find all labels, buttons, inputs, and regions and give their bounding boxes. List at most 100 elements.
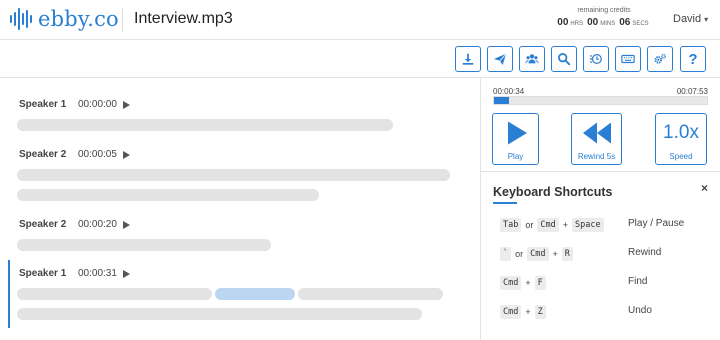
play-segment-icon[interactable] bbox=[122, 100, 130, 109]
segment-timestamp[interactable]: 00:00:31 bbox=[78, 268, 117, 279]
segment-header: Speaker 2 00:00:20 bbox=[19, 219, 130, 230]
transcript-text-placeholder[interactable] bbox=[17, 169, 450, 181]
segment-timestamp[interactable]: 00:00:20 bbox=[78, 219, 117, 230]
logo-text: ebby.co bbox=[38, 7, 119, 31]
key-badge: Space bbox=[572, 218, 604, 232]
credits-hours: 00 bbox=[557, 17, 569, 28]
speaker-label[interactable]: Speaker 1 bbox=[19, 268, 78, 279]
keyboard-icon bbox=[621, 54, 635, 64]
play-segment-icon[interactable] bbox=[122, 150, 130, 159]
current-word-highlight[interactable] bbox=[215, 288, 295, 300]
chevron-down-icon: ▾ bbox=[704, 14, 709, 24]
playback-progress-bar[interactable] bbox=[493, 96, 708, 105]
key-badge: R bbox=[561, 247, 573, 261]
speakers-button[interactable] bbox=[519, 46, 545, 72]
logo[interactable]: ebby.co bbox=[10, 6, 119, 32]
speaker-label[interactable]: Speaker 1 bbox=[19, 99, 78, 110]
keyboard-shortcuts-panel: Keyboard Shortcuts × Tab or Cmd + Space … bbox=[481, 172, 720, 340]
credits-minutes: 00 bbox=[587, 17, 599, 28]
key-badge: F bbox=[534, 276, 546, 290]
shortcut-or: or bbox=[525, 220, 534, 230]
transcript-text-placeholder[interactable] bbox=[17, 288, 212, 300]
segment-timestamp[interactable]: 00:00:00 bbox=[78, 99, 117, 110]
speed-button[interactable]: 1.0x Speed bbox=[655, 113, 707, 165]
rewind-icon bbox=[582, 122, 611, 144]
remaining-credits: remaining credits 00 HRS 00 MINS 06 SECS bbox=[556, 7, 652, 28]
audio-player: 00:00:34 00:07:53 Play Rewind 5s 1.0x Sp… bbox=[481, 78, 720, 172]
segment-header: Speaker 2 00:00:05 bbox=[19, 149, 130, 160]
help-icon: ? bbox=[688, 50, 698, 68]
title-underline bbox=[493, 202, 517, 204]
keyboard-shortcuts-button[interactable] bbox=[615, 46, 641, 72]
transcript-text-placeholder[interactable] bbox=[17, 119, 393, 131]
rewind-label: Rewind 5s bbox=[577, 152, 616, 161]
key-badge: Cmd bbox=[527, 247, 549, 261]
user-name: David bbox=[673, 13, 702, 25]
shortcut-row: ` or Cmd + R bbox=[500, 247, 573, 261]
close-icon[interactable]: × bbox=[701, 181, 708, 195]
speaker-label[interactable]: Speaker 2 bbox=[19, 219, 78, 230]
shortcut-or: or bbox=[515, 249, 524, 259]
shortcut-plus: + bbox=[562, 220, 568, 230]
speaker-label[interactable]: Speaker 2 bbox=[19, 149, 78, 160]
key-badge: Cmd bbox=[500, 305, 522, 319]
play-button[interactable]: Play bbox=[492, 113, 539, 165]
waveform-logo-icon bbox=[10, 6, 32, 32]
help-button[interactable]: ? bbox=[680, 46, 706, 72]
search-icon bbox=[558, 53, 571, 66]
speed-label: Speed bbox=[669, 152, 693, 161]
toolbar: ? bbox=[0, 40, 720, 78]
key-badge: Tab bbox=[500, 218, 522, 232]
rewind-button[interactable]: Rewind 5s bbox=[571, 113, 622, 165]
shortcut-row: Cmd + F bbox=[500, 276, 546, 290]
segment-timestamp[interactable]: 00:00:05 bbox=[78, 149, 117, 160]
timestamp-icon bbox=[589, 54, 602, 64]
shortcuts-title: Keyboard Shortcuts bbox=[493, 185, 613, 199]
play-segment-icon[interactable] bbox=[122, 269, 130, 278]
transcript-panel: Speaker 1 00:00:00 Speaker 2 00:00:05 Sp… bbox=[0, 78, 480, 340]
timestamp-button[interactable] bbox=[583, 46, 609, 72]
shortcut-action: Rewind bbox=[628, 247, 662, 258]
segment-header: Speaker 1 00:00:00 bbox=[19, 99, 130, 110]
progress-fill bbox=[494, 97, 510, 104]
play-segment-icon[interactable] bbox=[122, 220, 130, 229]
credits-seconds: 06 bbox=[619, 17, 631, 28]
key-badge: Cmd bbox=[500, 276, 522, 290]
shortcut-row: Cmd + Z bbox=[500, 305, 546, 319]
credits-label: remaining credits bbox=[577, 7, 631, 14]
shortcut-plus: + bbox=[525, 307, 531, 317]
segment-header: Speaker 1 00:00:31 bbox=[19, 268, 130, 279]
search-button[interactable] bbox=[551, 46, 577, 72]
play-icon bbox=[507, 121, 527, 145]
credits-seconds-unit: SECS bbox=[632, 21, 649, 27]
speakers-icon bbox=[525, 54, 539, 64]
file-name: Interview.mp3 bbox=[134, 10, 233, 27]
transcript-text-placeholder[interactable] bbox=[17, 239, 271, 251]
shortcut-row: Tab or Cmd + Space bbox=[500, 218, 604, 232]
speed-value: 1.0x bbox=[663, 122, 699, 143]
transcript-text-placeholder[interactable] bbox=[17, 189, 319, 201]
credits-minutes-unit: MINS bbox=[600, 21, 616, 27]
credits-time: 00 HRS 00 MINS 06 SECS bbox=[556, 17, 652, 28]
shortcut-action: Find bbox=[628, 276, 648, 287]
shortcut-action: Undo bbox=[628, 305, 652, 316]
shortcut-plus: + bbox=[525, 278, 531, 288]
active-segment-indicator bbox=[8, 260, 10, 328]
current-time: 00:00:34 bbox=[493, 87, 525, 96]
download-icon bbox=[462, 53, 474, 65]
header-divider bbox=[122, 8, 123, 32]
user-menu[interactable]: David ▾ bbox=[673, 13, 708, 25]
key-badge: Cmd bbox=[537, 218, 559, 232]
shortcut-action: Play / Pause bbox=[628, 218, 685, 229]
key-badge: Z bbox=[534, 305, 546, 319]
credits-hours-unit: HRS bbox=[570, 21, 584, 27]
total-time: 00:07:53 bbox=[676, 87, 708, 96]
download-button[interactable] bbox=[455, 46, 481, 72]
settings-button[interactable] bbox=[647, 46, 673, 72]
play-label: Play bbox=[507, 152, 524, 161]
share-button[interactable] bbox=[487, 46, 513, 72]
shortcut-plus: + bbox=[552, 249, 558, 259]
transcript-text-placeholder[interactable] bbox=[298, 288, 443, 300]
transcript-text-placeholder[interactable] bbox=[17, 308, 422, 320]
send-icon bbox=[493, 53, 507, 66]
